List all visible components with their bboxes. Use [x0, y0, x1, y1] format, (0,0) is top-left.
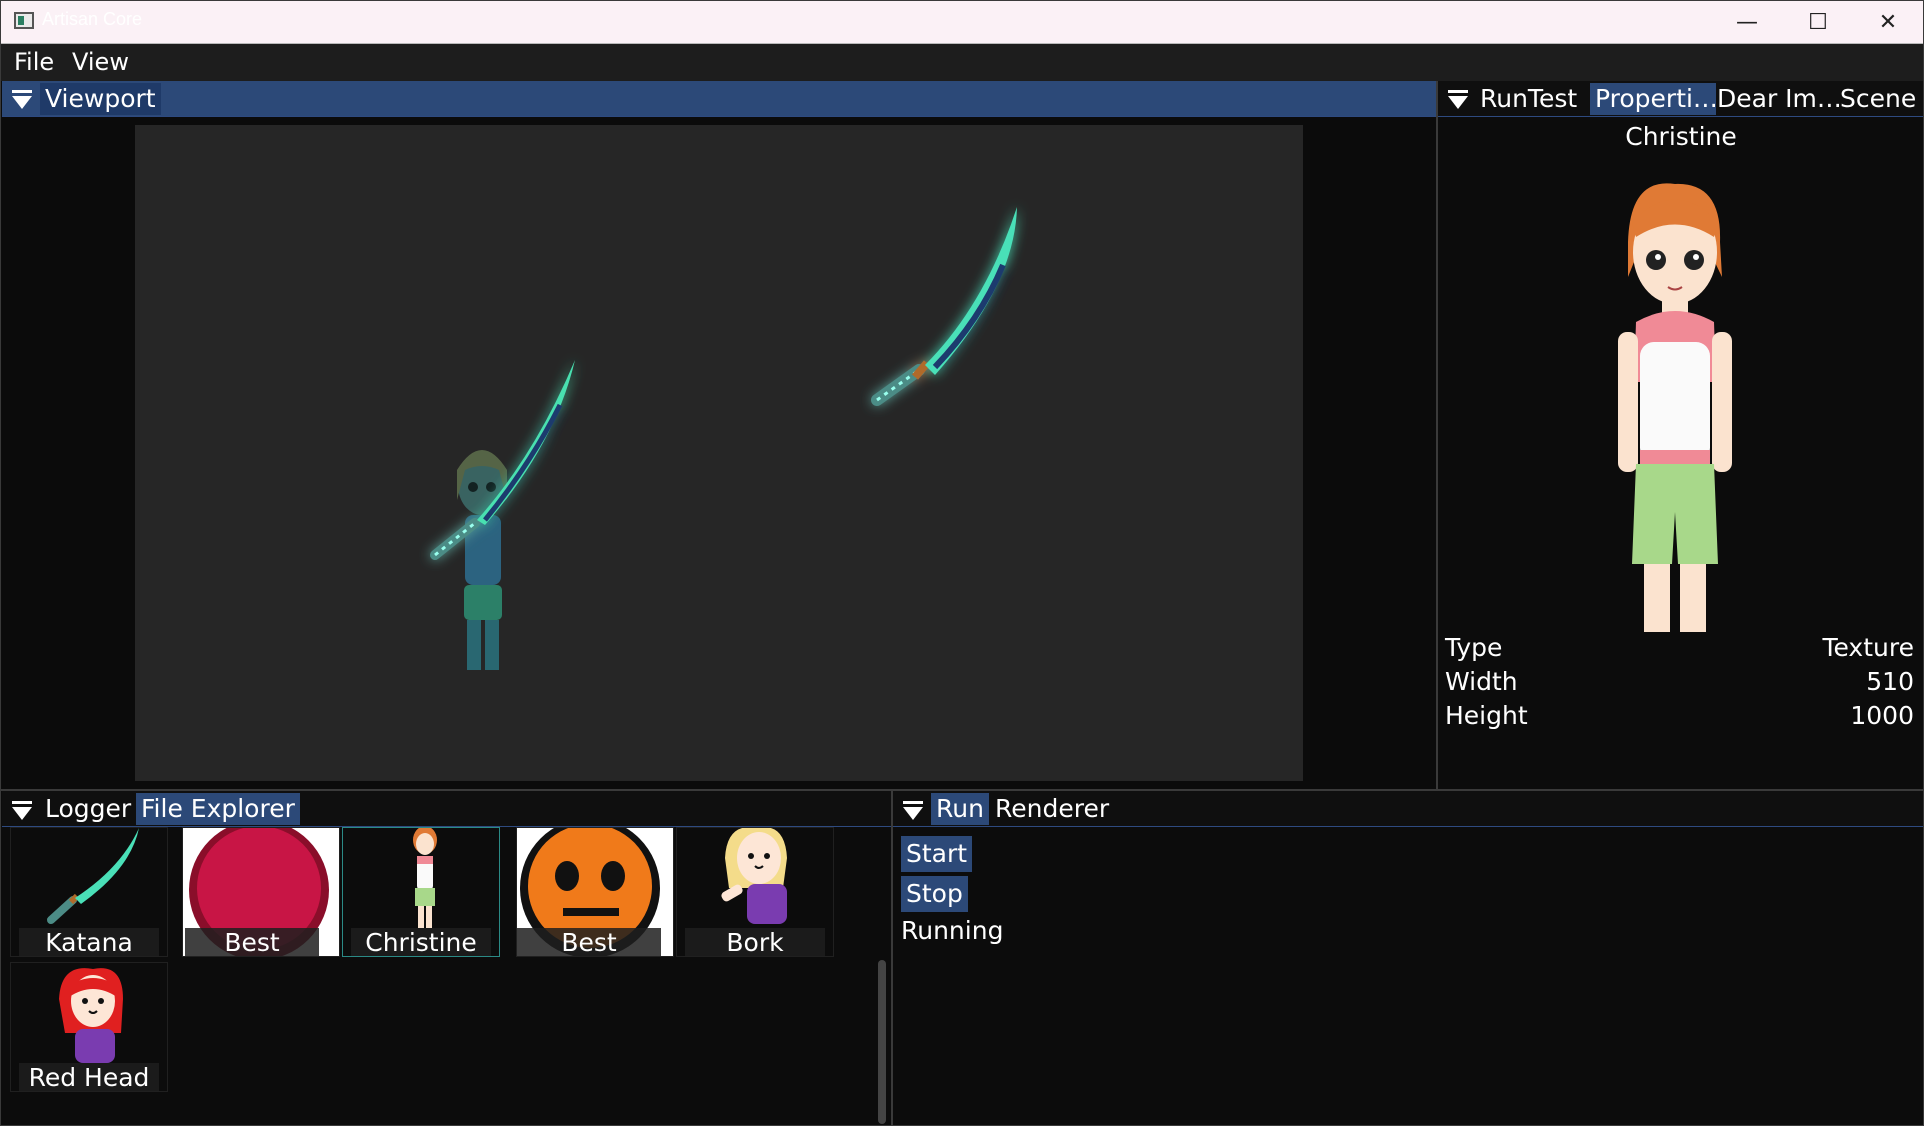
triangle-down-icon [903, 807, 923, 820]
window-title: Artisan Core [42, 9, 143, 29]
tab-file-explorer[interactable]: File Explorer [136, 793, 300, 825]
bottom-left-collapse-toggle[interactable] [12, 801, 32, 820]
menu-file[interactable]: File [14, 44, 54, 81]
menu-bar-icon [903, 801, 923, 804]
scene-render [430, 207, 1017, 670]
run-status: Running [901, 916, 1004, 945]
stop-button[interactable]: Stop [901, 876, 968, 912]
katana-sprite-1 [430, 360, 575, 560]
title-bar [0, 0, 1924, 44]
file-label: Best [517, 928, 661, 956]
prop-width-value: 510 [1866, 667, 1914, 696]
minimize-button[interactable]: — [1712, 0, 1782, 44]
tab-renderer[interactable]: Renderer [990, 793, 1114, 825]
file-label: Bork [685, 928, 825, 956]
katana-icon [47, 828, 139, 924]
start-button[interactable]: Start [901, 836, 973, 872]
menu-bar-icon [12, 801, 32, 804]
triangle-down-icon [1448, 96, 1468, 109]
triangle-down-icon [12, 807, 32, 820]
file-tile[interactable]: Red Head [10, 962, 168, 1092]
menu-bar-icon [1448, 90, 1468, 93]
prop-type-key: Type [1445, 633, 1503, 662]
splitter-vertical-bottom[interactable] [891, 791, 893, 1126]
viewport-header [2, 81, 1436, 117]
menu-bar [0, 44, 1924, 81]
prop-height-key: Height [1445, 701, 1528, 730]
app-icon [14, 12, 34, 29]
tab-runtest[interactable]: RunTest [1475, 83, 1582, 115]
tab-dear-imgui[interactable]: Dear Im… [1712, 83, 1847, 115]
file-tile[interactable]: Best [182, 827, 340, 957]
file-explorer-scrollbar[interactable] [878, 960, 886, 1124]
file-label: Katana [19, 928, 159, 956]
triangle-down-icon [12, 96, 32, 109]
close-button[interactable]: ✕ [1853, 0, 1923, 44]
tab-viewport[interactable]: Viewport [40, 83, 161, 115]
asset-name: Christine [1625, 122, 1737, 151]
tab-scene[interactable]: Scene [1835, 83, 1921, 115]
prop-type-value: Texture [1822, 633, 1914, 662]
red-head-icon [59, 968, 123, 1063]
file-tile[interactable]: Best [516, 827, 674, 957]
menu-view[interactable]: View [72, 44, 129, 81]
viewport-canvas[interactable] [135, 125, 1303, 781]
file-tile[interactable]: Katana [10, 827, 168, 957]
tab-run[interactable]: Run [931, 793, 989, 825]
maximize-button[interactable]: ☐ [1783, 0, 1853, 44]
file-label: Christine [351, 928, 491, 956]
christine-icon [413, 828, 437, 928]
viewport-collapse-toggle[interactable] [12, 90, 32, 109]
file-tile[interactable]: Bork [676, 827, 834, 957]
menu-bar-icon [12, 90, 32, 93]
splitter-vertical-top[interactable] [1436, 81, 1438, 789]
texture-preview [1610, 182, 1740, 632]
prop-height-value: 1000 [1850, 701, 1914, 730]
tab-properties[interactable]: Properti… [1590, 83, 1716, 115]
character-sprite [457, 450, 507, 670]
file-label: Red Head [19, 1063, 159, 1091]
file-tile-selected[interactable]: Christine [342, 827, 500, 957]
tab-logger[interactable]: Logger [40, 793, 136, 825]
prop-width-key: Width [1445, 667, 1518, 696]
right-panel-collapse-toggle[interactable] [1448, 90, 1468, 109]
file-label: Best [185, 928, 319, 956]
bork-icon [721, 828, 787, 924]
bottom-right-collapse-toggle[interactable] [903, 801, 923, 820]
christine-icon [1618, 183, 1732, 632]
katana-sprite-2 [871, 207, 1017, 406]
